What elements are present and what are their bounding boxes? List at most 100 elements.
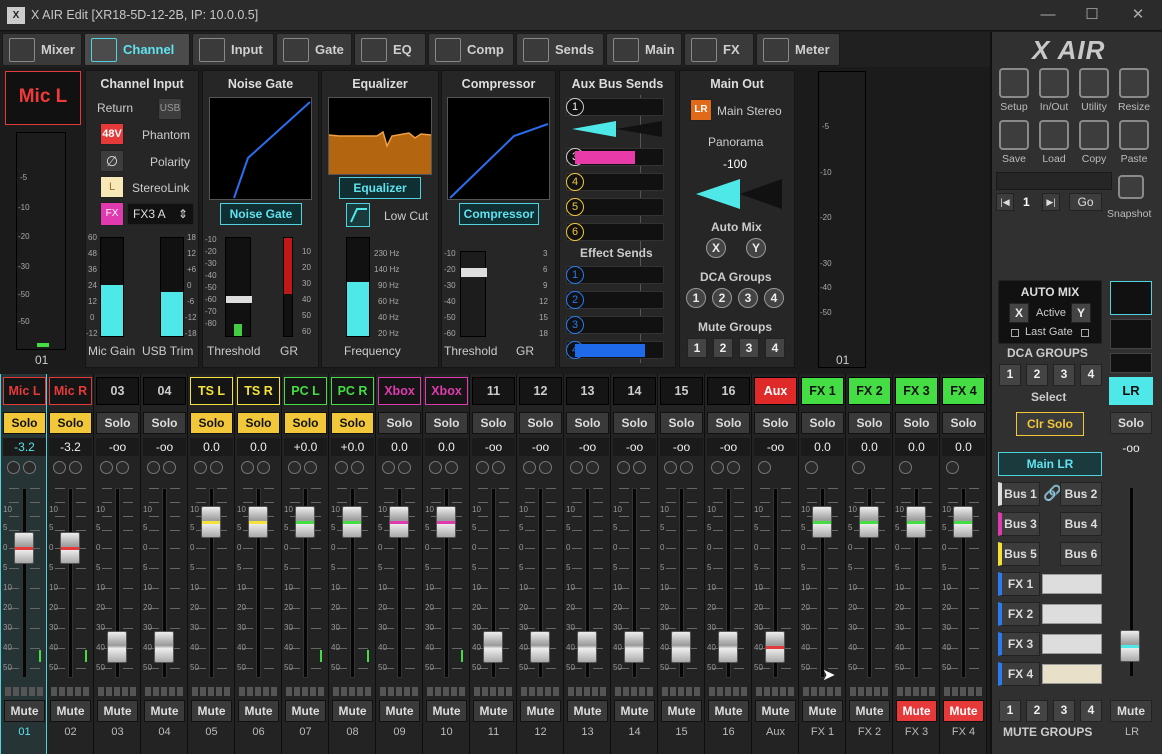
solo-button[interactable]: Solo	[895, 412, 938, 434]
fx-insert-button[interactable]: FX	[100, 202, 124, 226]
dca-2-button[interactable]: 2	[712, 288, 732, 308]
channel-fader[interactable]	[342, 506, 362, 538]
strip-name[interactable]: FX 2	[848, 377, 891, 405]
solo-button[interactable]: Solo	[378, 412, 421, 434]
channel-strip[interactable]: PC R Solo +0.0 10 5 0 5 10 20 30 40 50 Mute 08	[329, 374, 376, 754]
strip-name[interactable]: 04	[143, 377, 186, 405]
channel-strip[interactable]: FX 1 Solo 0.0 10 5 0 5 10 20 30 40 50 Mute FX 1	[799, 374, 846, 754]
equalizer-button[interactable]: Equalizer	[339, 177, 421, 199]
checkbox[interactable]	[1011, 329, 1019, 337]
mute-group-3-button[interactable]: 3	[1053, 700, 1075, 722]
setup-button[interactable]: Setup	[995, 68, 1033, 116]
strip-name[interactable]: 14	[613, 377, 656, 405]
strip-name[interactable]: 11	[472, 377, 515, 405]
strip-name[interactable]: Mic L	[3, 377, 46, 405]
channel-strip[interactable]: 13 Solo -oo 10 5 0 5 10 20 30 40 50 Mute 13	[564, 374, 611, 754]
aux-send-4[interactable]: 4	[566, 173, 664, 191]
solo-button[interactable]: Solo	[613, 412, 656, 434]
snapshot-name-field[interactable]	[996, 172, 1112, 190]
noise-gate-button[interactable]: Noise Gate	[220, 203, 302, 225]
dca-3-button[interactable]: 3	[1053, 364, 1075, 386]
fx-send-1[interactable]: 1	[566, 266, 664, 284]
tab-mixer[interactable]: Mixer	[2, 33, 82, 66]
solo-button[interactable]: Solo	[942, 412, 985, 434]
strip-name[interactable]: Mic R	[49, 377, 92, 405]
comp-threshold-meter[interactable]	[460, 251, 487, 337]
dca-2-button[interactable]: 2	[1026, 364, 1048, 386]
channel-fader[interactable]	[671, 630, 691, 663]
automix-y-button[interactable]: Y	[1071, 303, 1091, 323]
channel-strip[interactable]: Xbox RSolo0.0105051020304050Mute10	[423, 374, 470, 754]
save-button[interactable]: Save	[995, 120, 1033, 168]
solo-button[interactable]: Solo	[754, 412, 797, 434]
mute-button[interactable]: Mute	[426, 700, 467, 722]
go-button[interactable]: Go	[1069, 193, 1102, 211]
strip-name[interactable]: PC R	[331, 377, 374, 405]
channel-strip[interactable]: Aux Solo -oo 10 5 0 5 10 20 30 40 50 Mute Aux	[752, 374, 799, 754]
strip-name[interactable]: Aux	[754, 377, 797, 405]
fx-1-select-button[interactable]: FX 1	[998, 572, 1040, 596]
aux-send-6[interactable]: 6	[566, 223, 664, 241]
solo-button[interactable]: Solo	[707, 412, 750, 434]
automix-x-button[interactable]: X	[706, 238, 726, 258]
mute-button[interactable]: Mute	[520, 700, 561, 722]
resize-button[interactable]: Resize	[1115, 68, 1153, 116]
strip-name[interactable]: 12	[519, 377, 562, 405]
tab-channel[interactable]: Channel	[84, 33, 190, 66]
mute-button[interactable]: Mute	[191, 700, 232, 722]
channel-strip[interactable]: FX 3 Solo 0.0 10 5 0 5 10 20 30 40 50 Mute FX 3	[893, 374, 940, 754]
fx-insert-select[interactable]: FX3 A ⇕	[127, 203, 194, 225]
tab-gate[interactable]: Gate	[276, 33, 352, 66]
strip-name[interactable]: FX 3	[895, 377, 938, 405]
channel-fader[interactable]	[953, 506, 973, 538]
tab-meter[interactable]: Meter	[756, 33, 840, 66]
aux-send-1[interactable]: 1	[566, 98, 664, 116]
mute-button[interactable]: Mute	[943, 700, 984, 722]
polarity-button[interactable]: ∅	[100, 150, 124, 172]
channel-fader[interactable]	[812, 506, 832, 538]
strip-name[interactable]: PC L	[284, 377, 327, 405]
channel-fader[interactable]	[14, 531, 34, 564]
threshold-handle[interactable]	[461, 268, 487, 277]
channel-fader[interactable]	[859, 506, 879, 538]
bus-4-button[interactable]: Bus 4	[1060, 512, 1102, 536]
mute-button[interactable]: Mute	[896, 700, 937, 722]
fx-send-3[interactable]: 3	[566, 316, 664, 334]
aux-send-5[interactable]: 5	[566, 198, 664, 216]
channel-fader[interactable]	[483, 630, 503, 663]
dca-4-button[interactable]: 4	[764, 288, 784, 308]
low-cut-button[interactable]	[346, 203, 370, 227]
lr-fader[interactable]	[1120, 629, 1140, 662]
mute-button[interactable]: Mute	[473, 700, 514, 722]
paste-button[interactable]: Paste	[1115, 120, 1153, 168]
tab-comp[interactable]: Comp	[428, 33, 514, 66]
solo-button[interactable]: Solo	[237, 412, 280, 434]
strip-name[interactable]: 03	[96, 377, 139, 405]
channel-fader[interactable]	[530, 630, 550, 663]
solo-button[interactable]: Solo	[566, 412, 609, 434]
channel-strip[interactable]: 14 Solo -oo 10 5 0 5 10 20 30 40 50 Mute 14	[611, 374, 658, 754]
tab-sends[interactable]: Sends	[516, 33, 604, 66]
bus-6-button[interactable]: Bus 6	[1060, 542, 1102, 566]
solo-button[interactable]: Solo	[519, 412, 562, 434]
view-mode-1[interactable]	[1110, 281, 1152, 315]
bus-2-button[interactable]: Bus 2	[1060, 482, 1102, 506]
mute-button[interactable]: Mute	[50, 700, 91, 722]
channel-strip[interactable]: TS R Solo 0.0 10 5 0 5 10 20 30 40 50 Mute 06	[235, 374, 282, 754]
comp-graph[interactable]	[447, 97, 550, 200]
strip-name[interactable]: TS L	[190, 377, 233, 405]
compressor-button[interactable]: Compressor	[459, 203, 539, 225]
panorama-control[interactable]	[696, 177, 784, 211]
mute-group-1-button[interactable]: 1	[687, 338, 707, 358]
utility-button[interactable]: Utility	[1075, 68, 1113, 116]
mute-button[interactable]: Mute	[332, 700, 373, 722]
bus-1-button[interactable]: Bus 1	[998, 482, 1040, 506]
solo-button[interactable]: Solo	[848, 412, 891, 434]
close-button[interactable]: ✕	[1123, 5, 1153, 25]
channel-fader[interactable]	[60, 531, 80, 564]
lr-mute-button[interactable]: Mute	[1110, 700, 1152, 722]
lr-solo-button[interactable]: Solo	[1110, 412, 1152, 434]
mute-button[interactable]: Mute	[144, 700, 185, 722]
lr-strip-name[interactable]: LR	[1109, 377, 1153, 405]
channel-fader[interactable]	[295, 506, 315, 538]
